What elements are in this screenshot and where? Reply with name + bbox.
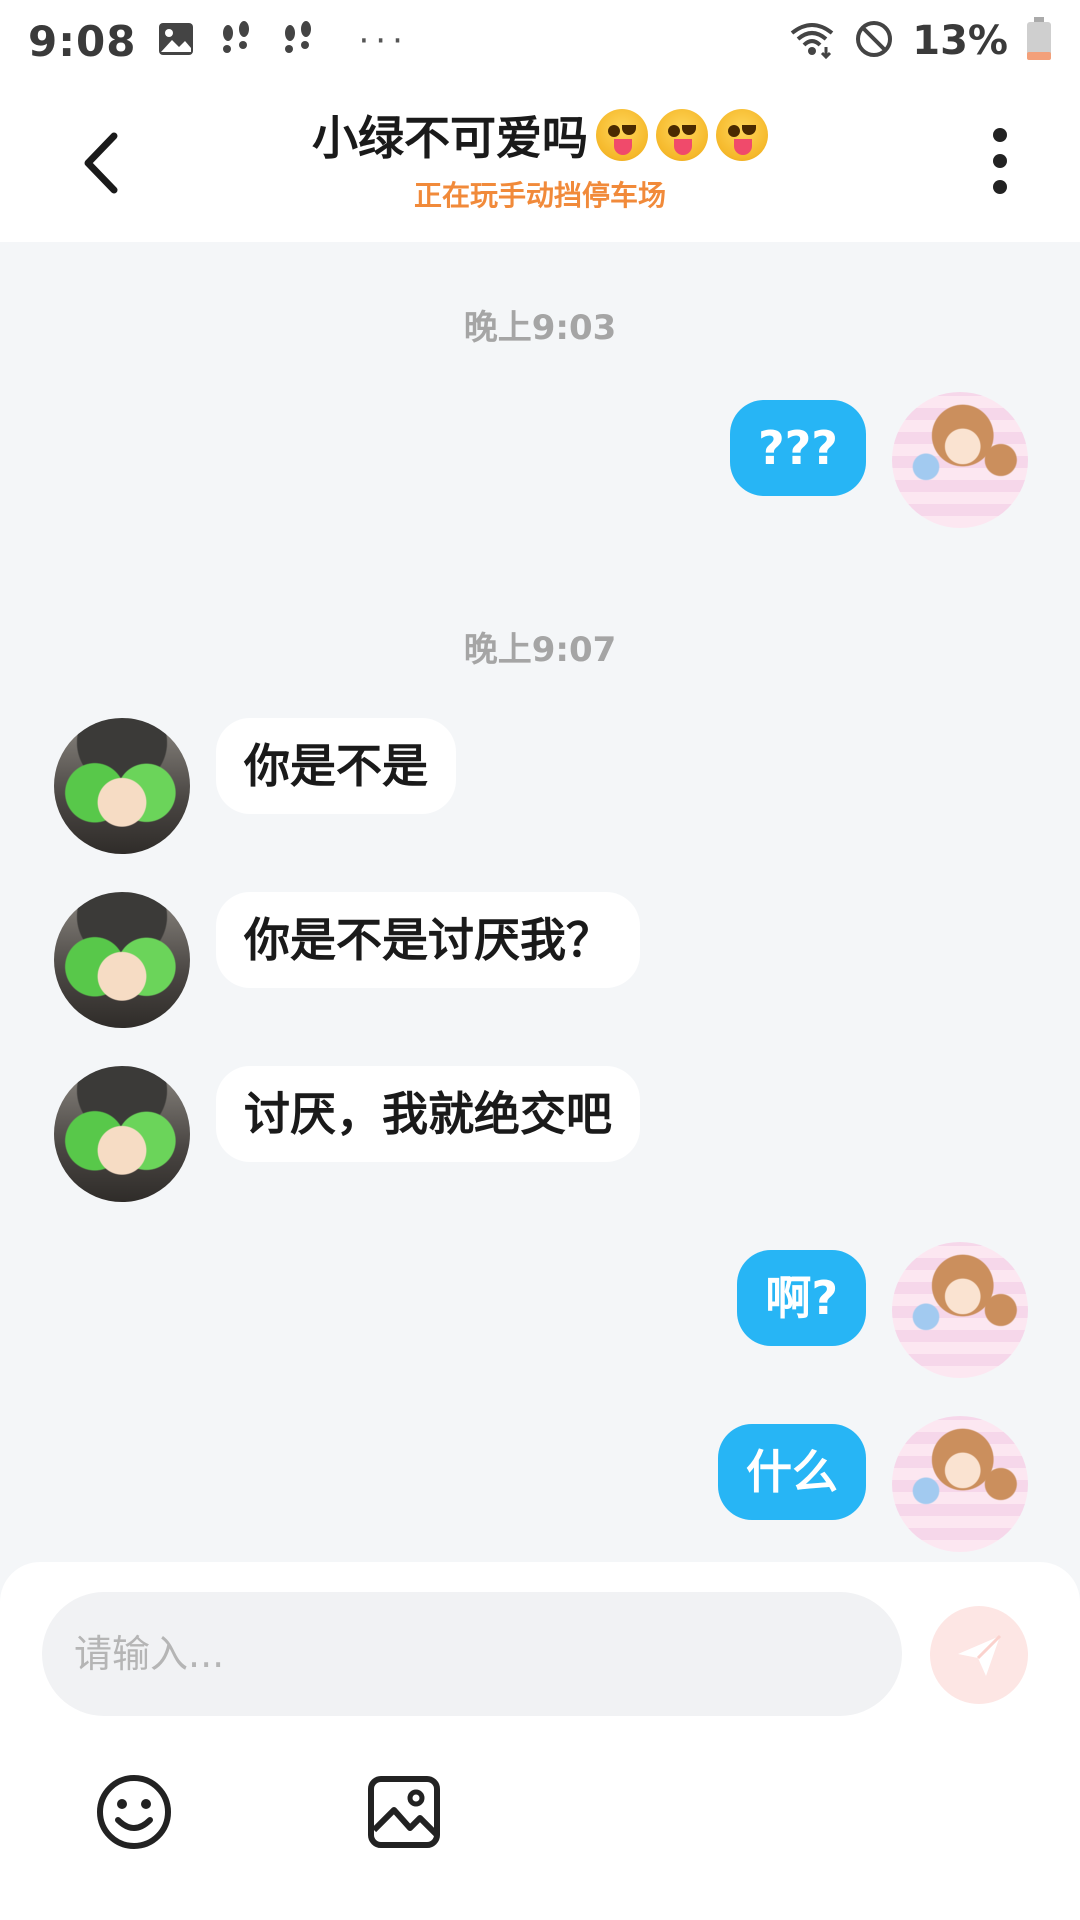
header-title-group: 小绿不可爱吗 正在玩手动挡停车场 (312, 102, 768, 214)
message-bubble[interactable]: 你是不是讨厌我？ (216, 892, 640, 988)
message-bubble[interactable]: ??? (729, 400, 866, 496)
message-row-incoming: 讨厌，我就绝交吧 (54, 1066, 640, 1202)
message-row-incoming: 你是不是讨厌我？ (54, 892, 640, 1028)
my-avatar[interactable] (892, 392, 1028, 528)
smiley-face-icon (97, 1775, 171, 1849)
do-not-disturb-icon (854, 19, 894, 63)
message-input[interactable] (74, 1632, 902, 1676)
message-row-outgoing: 什么 (718, 1416, 1028, 1552)
contact-avatar[interactable] (54, 718, 190, 854)
wifi-icon (788, 19, 836, 63)
more-notifications-icon: ··· (358, 21, 409, 61)
message-bubble[interactable]: 什么 (718, 1424, 866, 1520)
chat-header: 小绿不可爱吗 正在玩手动挡停车场 (0, 82, 1080, 242)
back-button[interactable] (70, 128, 130, 198)
contact-name: 小绿不可爱吗 (312, 111, 588, 165)
contact-avatar[interactable] (54, 1066, 190, 1202)
message-row-outgoing: 啊? (737, 1242, 1028, 1378)
chat-screen: 9:08 ··· 13% 小绿不可爱吗 正在玩手动挡停车场 晚上9:03 ???… (0, 0, 1080, 1920)
image-icon (368, 1776, 440, 1848)
message-bubble[interactable]: 你是不是 (216, 718, 456, 814)
message-list[interactable]: 晚上9:03 ??? 晚上9:07 你是不是 你是不是讨厌我？ 讨厌，我就绝交吧… (0, 242, 1080, 1562)
status-time: 9:08 (28, 16, 137, 66)
emoji-button[interactable] (94, 1772, 174, 1852)
my-avatar[interactable] (892, 1416, 1028, 1552)
timestamp: 晚上9:03 (463, 308, 617, 348)
squinting-tongue-emoji-icon (656, 109, 708, 161)
contact-avatar[interactable] (54, 892, 190, 1028)
chevron-left-icon (84, 132, 118, 194)
paper-plane-icon (958, 1634, 1002, 1676)
battery-percent: 13% (912, 18, 1008, 64)
message-bubble[interactable]: 啊? (737, 1250, 866, 1346)
my-avatar[interactable] (892, 1242, 1028, 1378)
more-options-button[interactable] (980, 122, 1020, 202)
footprints-icon (216, 19, 256, 63)
battery-icon (1026, 17, 1052, 65)
message-composer (0, 1562, 1080, 1920)
message-input-container[interactable] (42, 1592, 902, 1716)
message-row-outgoing: ??? (729, 392, 1028, 528)
image-button[interactable] (364, 1772, 444, 1852)
message-bubble[interactable]: 讨厌，我就绝交吧 (216, 1066, 640, 1162)
footprints-icon (278, 19, 318, 63)
activity-status: 正在玩手动挡停车场 (413, 179, 666, 212)
message-row-incoming: 你是不是 (54, 718, 456, 854)
gallery-icon (158, 22, 194, 60)
status-bar: 9:08 ··· 13% (0, 0, 1080, 82)
timestamp: 晚上9:07 (463, 630, 617, 670)
send-button[interactable] (930, 1606, 1028, 1704)
squinting-tongue-emoji-icon (716, 109, 768, 161)
page-title: 小绿不可爱吗 (312, 102, 768, 168)
squinting-tongue-emoji-icon (596, 109, 648, 161)
